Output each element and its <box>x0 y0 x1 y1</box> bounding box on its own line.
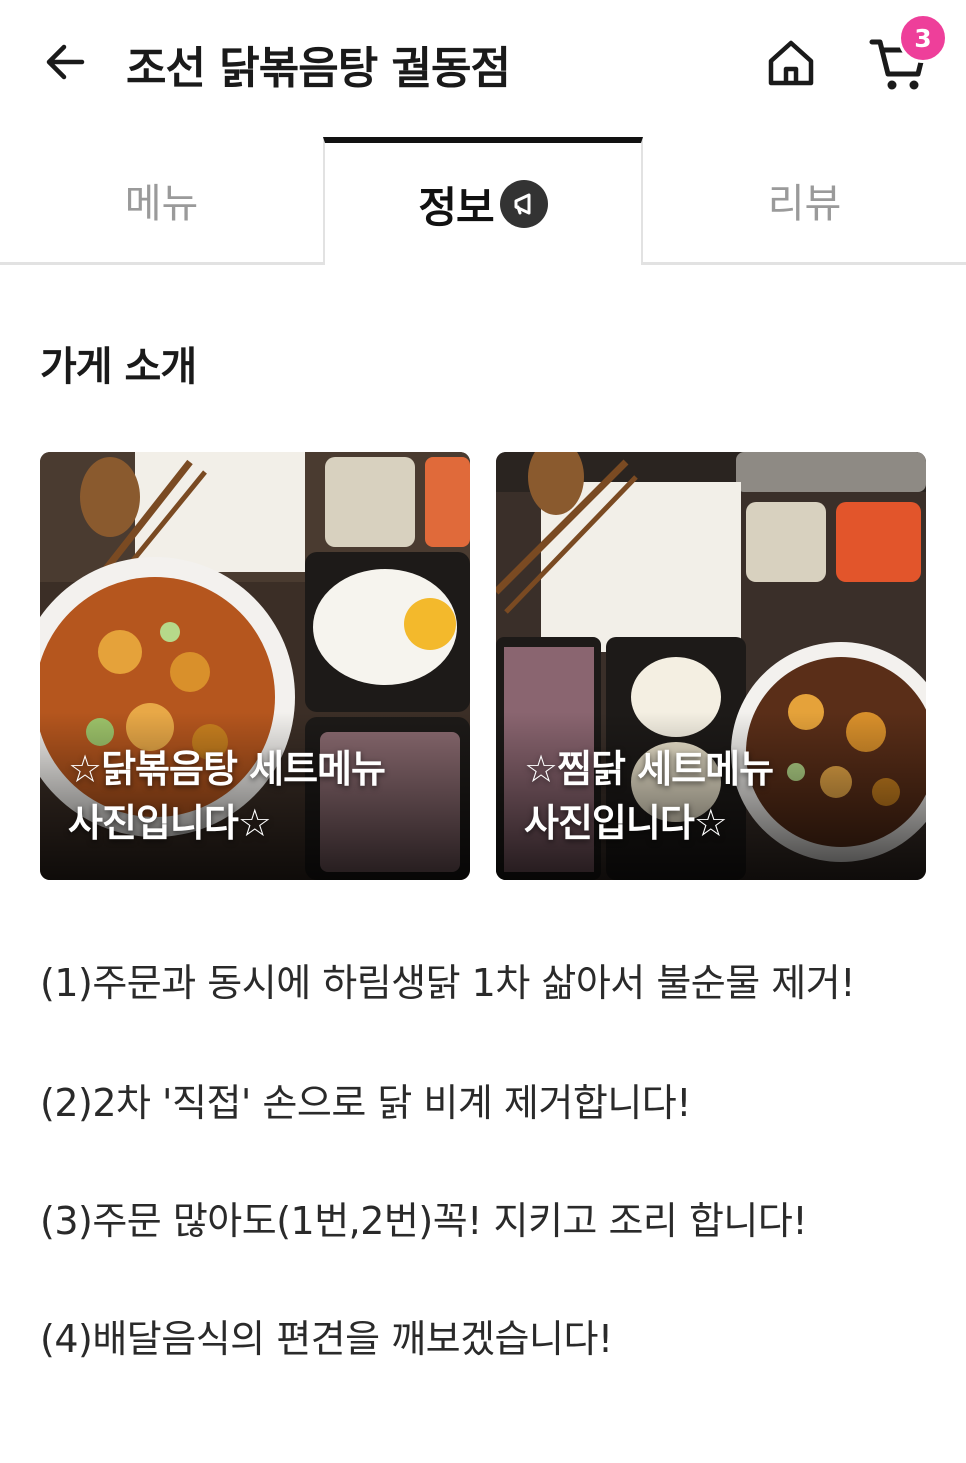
home-icon <box>768 40 814 86</box>
cart-count-badge: 3 <box>898 13 948 63</box>
intro-line-4: (4)배달음식의 편견을 깨보겠습니다! <box>40 1317 613 1361</box>
page-title: 조선 닭볶음탕 궐동점 <box>126 43 511 94</box>
photo-caption: ☆찜닭 세트메뉴 사진입니다☆ <box>524 747 774 845</box>
tab-review[interactable]: 리뷰 <box>643 137 966 265</box>
store-photo-braised-chicken-set[interactable]: ☆찜닭 세트메뉴 사진입니다☆ <box>496 452 926 880</box>
intro-line-1: (1)주문과 동시에 하림생닭 1차 삶아서 불순물 제거! <box>40 961 855 1005</box>
tab-bar: 메뉴 정보 리뷰 <box>0 137 966 265</box>
tab-review-label: 리뷰 <box>767 180 842 227</box>
store-photo-chicken-stew-set[interactable]: ☆닭볶음탕 세트메뉴 사진입니다☆ <box>40 452 470 880</box>
app-header: 조선 닭볶음탕 궐동점 3 <box>0 0 966 125</box>
intro-line-2: (2)2차 '직접' 손으로 닭 비계 제거합니다! <box>40 1081 691 1125</box>
tab-info-label: 정보 <box>418 182 494 232</box>
store-intro-heading: 가게 소개 <box>40 344 197 390</box>
tab-info[interactable]: 정보 <box>323 137 643 265</box>
megaphone-icon <box>499 180 548 228</box>
home-button[interactable] <box>762 34 820 92</box>
tab-menu-label: 메뉴 <box>124 180 199 227</box>
photo-caption: ☆닭볶음탕 세트메뉴 사진입니다☆ <box>68 747 386 845</box>
intro-line-3: (3)주문 많아도(1번,2번)꼭! 지키고 조리 합니다! <box>40 1199 808 1243</box>
back-button[interactable] <box>38 34 94 90</box>
tab-menu[interactable]: 메뉴 <box>0 137 323 265</box>
arrow-left-icon <box>46 44 85 80</box>
